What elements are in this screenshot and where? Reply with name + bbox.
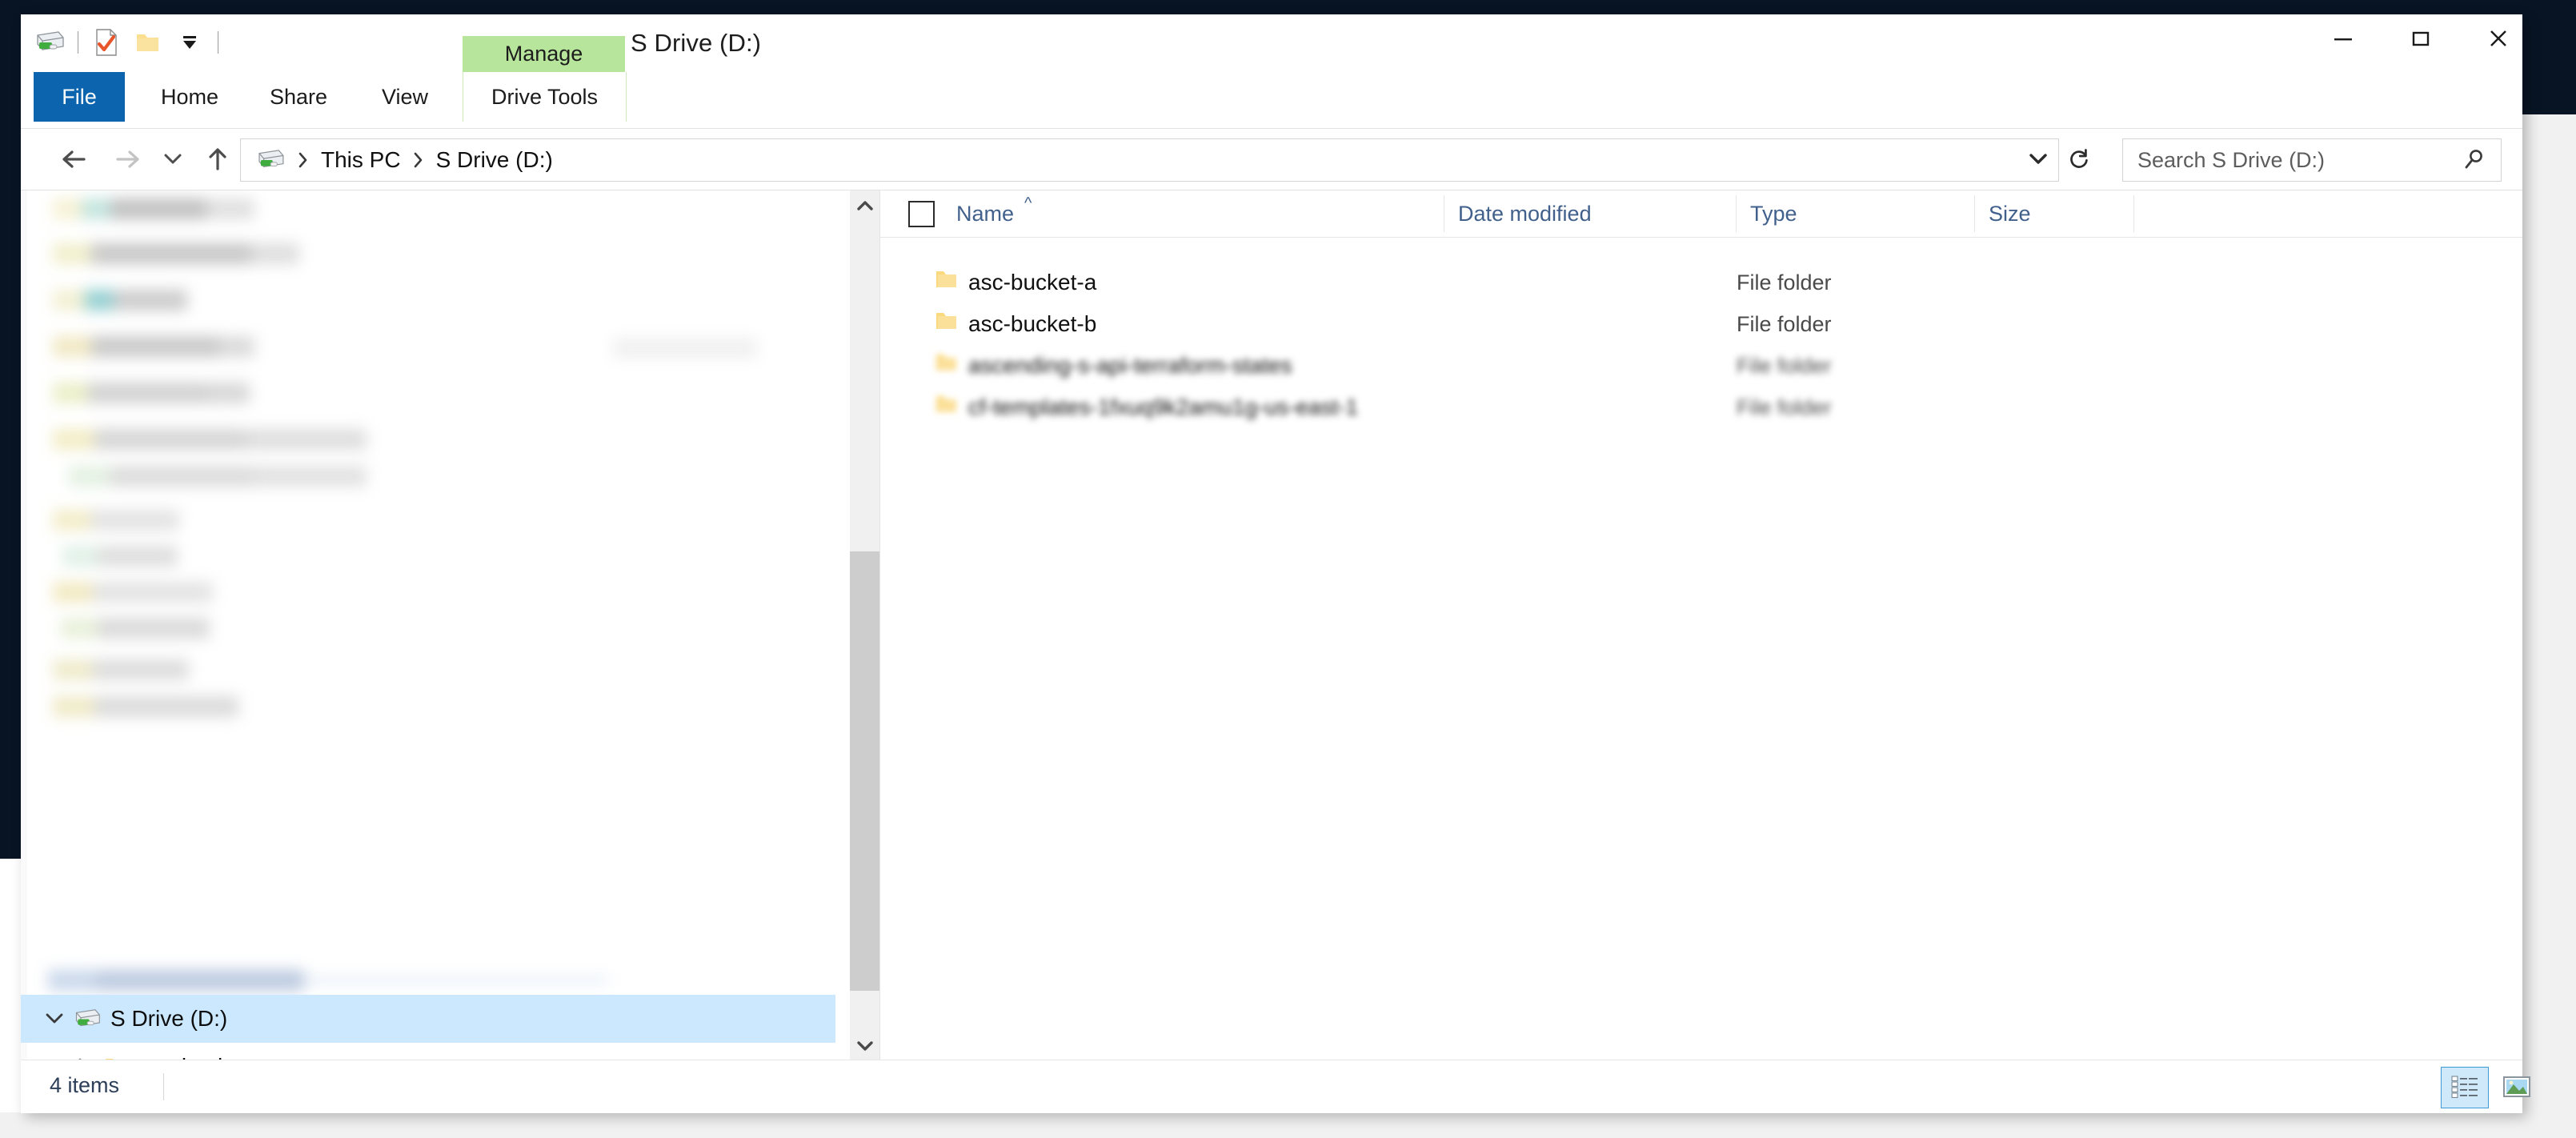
navigation-pane: S Drive (D:) asc-bucket-a	[21, 190, 835, 1060]
column-header-size[interactable]: Size	[1989, 190, 2031, 237]
redacted-nav-row	[21, 685, 357, 728]
sidebar-item-s-drive[interactable]: S Drive (D:)	[21, 995, 835, 1043]
back-button[interactable]	[54, 140, 93, 178]
column-header-type[interactable]: Type	[1750, 190, 1797, 237]
explorer-body: S Drive (D:) asc-bucket-a	[21, 190, 2522, 1060]
contextual-tab-group: Manage Drive Tools	[463, 36, 627, 122]
page-background-bottom	[0, 1112, 2576, 1138]
drive-icon	[70, 1008, 104, 1030]
redacted-nav-row	[21, 232, 389, 275]
column-divider[interactable]	[2133, 195, 2134, 232]
column-headers: Name ^ Date modified Type Size	[880, 190, 2522, 238]
column-divider[interactable]	[1736, 195, 1737, 232]
redacted-nav-row	[613, 327, 773, 370]
table-row[interactable]: asc-bucket-b File folder	[880, 303, 2522, 345]
search-placeholder: Search S Drive (D:)	[2137, 147, 2326, 172]
screen-edge-top	[0, 0, 2576, 14]
maximize-button[interactable]	[2384, 14, 2458, 62]
sidebar-item-asc-bucket-a[interactable]: asc-bucket-a	[21, 1043, 835, 1060]
column-header-name[interactable]: Name	[956, 190, 1014, 237]
chevron-expanded-icon[interactable]	[38, 1012, 70, 1026]
redacted-nav-row	[21, 325, 357, 368]
folder-icon	[935, 352, 959, 377]
column-header-date-modified[interactable]: Date modified	[1458, 190, 1592, 237]
forward-button[interactable]	[109, 140, 147, 178]
properties-icon[interactable]	[86, 22, 127, 63]
sort-ascending-icon: ^	[1024, 194, 1032, 212]
large-icons-view-icon[interactable]	[2494, 1067, 2540, 1107]
desktop-background: S Drive (D:) File Home Share View Manage…	[0, 0, 2576, 1138]
details-view-icon[interactable]	[2441, 1067, 2489, 1108]
nav-pane-scrollbar-thumb[interactable]	[850, 551, 879, 991]
address-dropdown-button[interactable]	[2019, 138, 2057, 180]
recent-locations-button[interactable]	[158, 140, 187, 178]
tab-drive-tools[interactable]: Drive Tools	[463, 72, 627, 122]
redacted-nav-row	[21, 278, 309, 322]
redacted-nav-row	[21, 607, 325, 650]
title-bar: S Drive (D:)	[21, 14, 2522, 72]
redacted-nav-row	[21, 371, 349, 415]
file-explorer-window: S Drive (D:) File Home Share View Manage…	[21, 14, 2530, 1113]
folder-icon	[935, 269, 959, 294]
search-input[interactable]: Search S Drive (D:)	[2122, 138, 2502, 182]
file-name: cf-templates-1fxuq9k2amu1g-us-east-1	[968, 395, 1359, 419]
search-icon[interactable]	[2459, 144, 2490, 174]
redacted-nav-row	[21, 455, 501, 498]
scroll-up-icon[interactable]	[850, 190, 879, 220]
select-all-checkbox[interactable]	[908, 201, 935, 227]
table-row[interactable]: cf-templates-1fxuq9k2amu1g-us-east-1 Fil…	[880, 387, 2522, 428]
tab-share[interactable]: Share	[253, 72, 344, 122]
tab-view[interactable]: View	[365, 72, 445, 122]
table-row[interactable]: ascending-s-api-terraform-states File fo…	[880, 345, 2522, 387]
breadcrumb-separator-icon-2[interactable]	[412, 151, 424, 169]
new-folder-icon[interactable]	[127, 22, 169, 63]
status-divider	[163, 1073, 164, 1100]
minimize-button[interactable]	[2306, 14, 2380, 62]
drive-icon	[255, 149, 286, 171]
drive-icon[interactable]	[29, 22, 70, 63]
file-name: ascending-s-api-terraform-states	[968, 353, 1292, 378]
address-bar-row: This PC S Drive (D:) Search S Drive (D:)	[21, 129, 2522, 190]
window-title: S Drive (D:)	[631, 29, 762, 57]
up-button[interactable]	[198, 140, 237, 178]
file-type: File folder	[1737, 395, 1832, 419]
breadcrumb-this-pc[interactable]: This PC	[319, 147, 403, 173]
breadcrumb[interactable]: This PC S Drive (D:)	[240, 138, 2059, 182]
file-list: Name ^ Date modified Type Size asc-bucke…	[880, 190, 2522, 1060]
file-type: File folder	[1737, 270, 1832, 295]
folder-icon	[935, 394, 959, 419]
item-count-label: 4 items	[50, 1073, 120, 1097]
file-name: asc-bucket-b	[968, 311, 1097, 336]
file-type: File folder	[1737, 311, 1832, 336]
refresh-button[interactable]	[2058, 138, 2099, 180]
tab-home[interactable]: Home	[142, 72, 237, 122]
sidebar-item-label: S Drive (D:)	[110, 1006, 228, 1031]
quick-access-toolbar	[29, 19, 226, 66]
file-name: asc-bucket-a	[968, 270, 1097, 295]
column-divider[interactable]	[1974, 195, 1975, 232]
scroll-down-icon[interactable]	[850, 1031, 879, 1060]
breadcrumb-separator-icon[interactable]	[297, 151, 309, 169]
screen-edge-left	[0, 0, 21, 859]
redacted-nav-row	[21, 190, 341, 230]
ribbon-tabstrip: File Home Share View Manage Drive Tools …	[21, 36, 2522, 185]
file-type: File folder	[1737, 353, 1832, 378]
close-button[interactable]	[2462, 14, 2535, 62]
table-row[interactable]: asc-bucket-a File folder	[880, 262, 2522, 303]
status-bar: 4 items	[21, 1060, 2530, 1113]
folder-icon	[935, 311, 959, 335]
customize-dropdown-icon[interactable]	[169, 22, 210, 63]
contextual-group-header: Manage	[463, 36, 625, 72]
breadcrumb-s-drive[interactable]: S Drive (D:)	[435, 147, 555, 173]
tab-file[interactable]: File	[34, 72, 125, 122]
